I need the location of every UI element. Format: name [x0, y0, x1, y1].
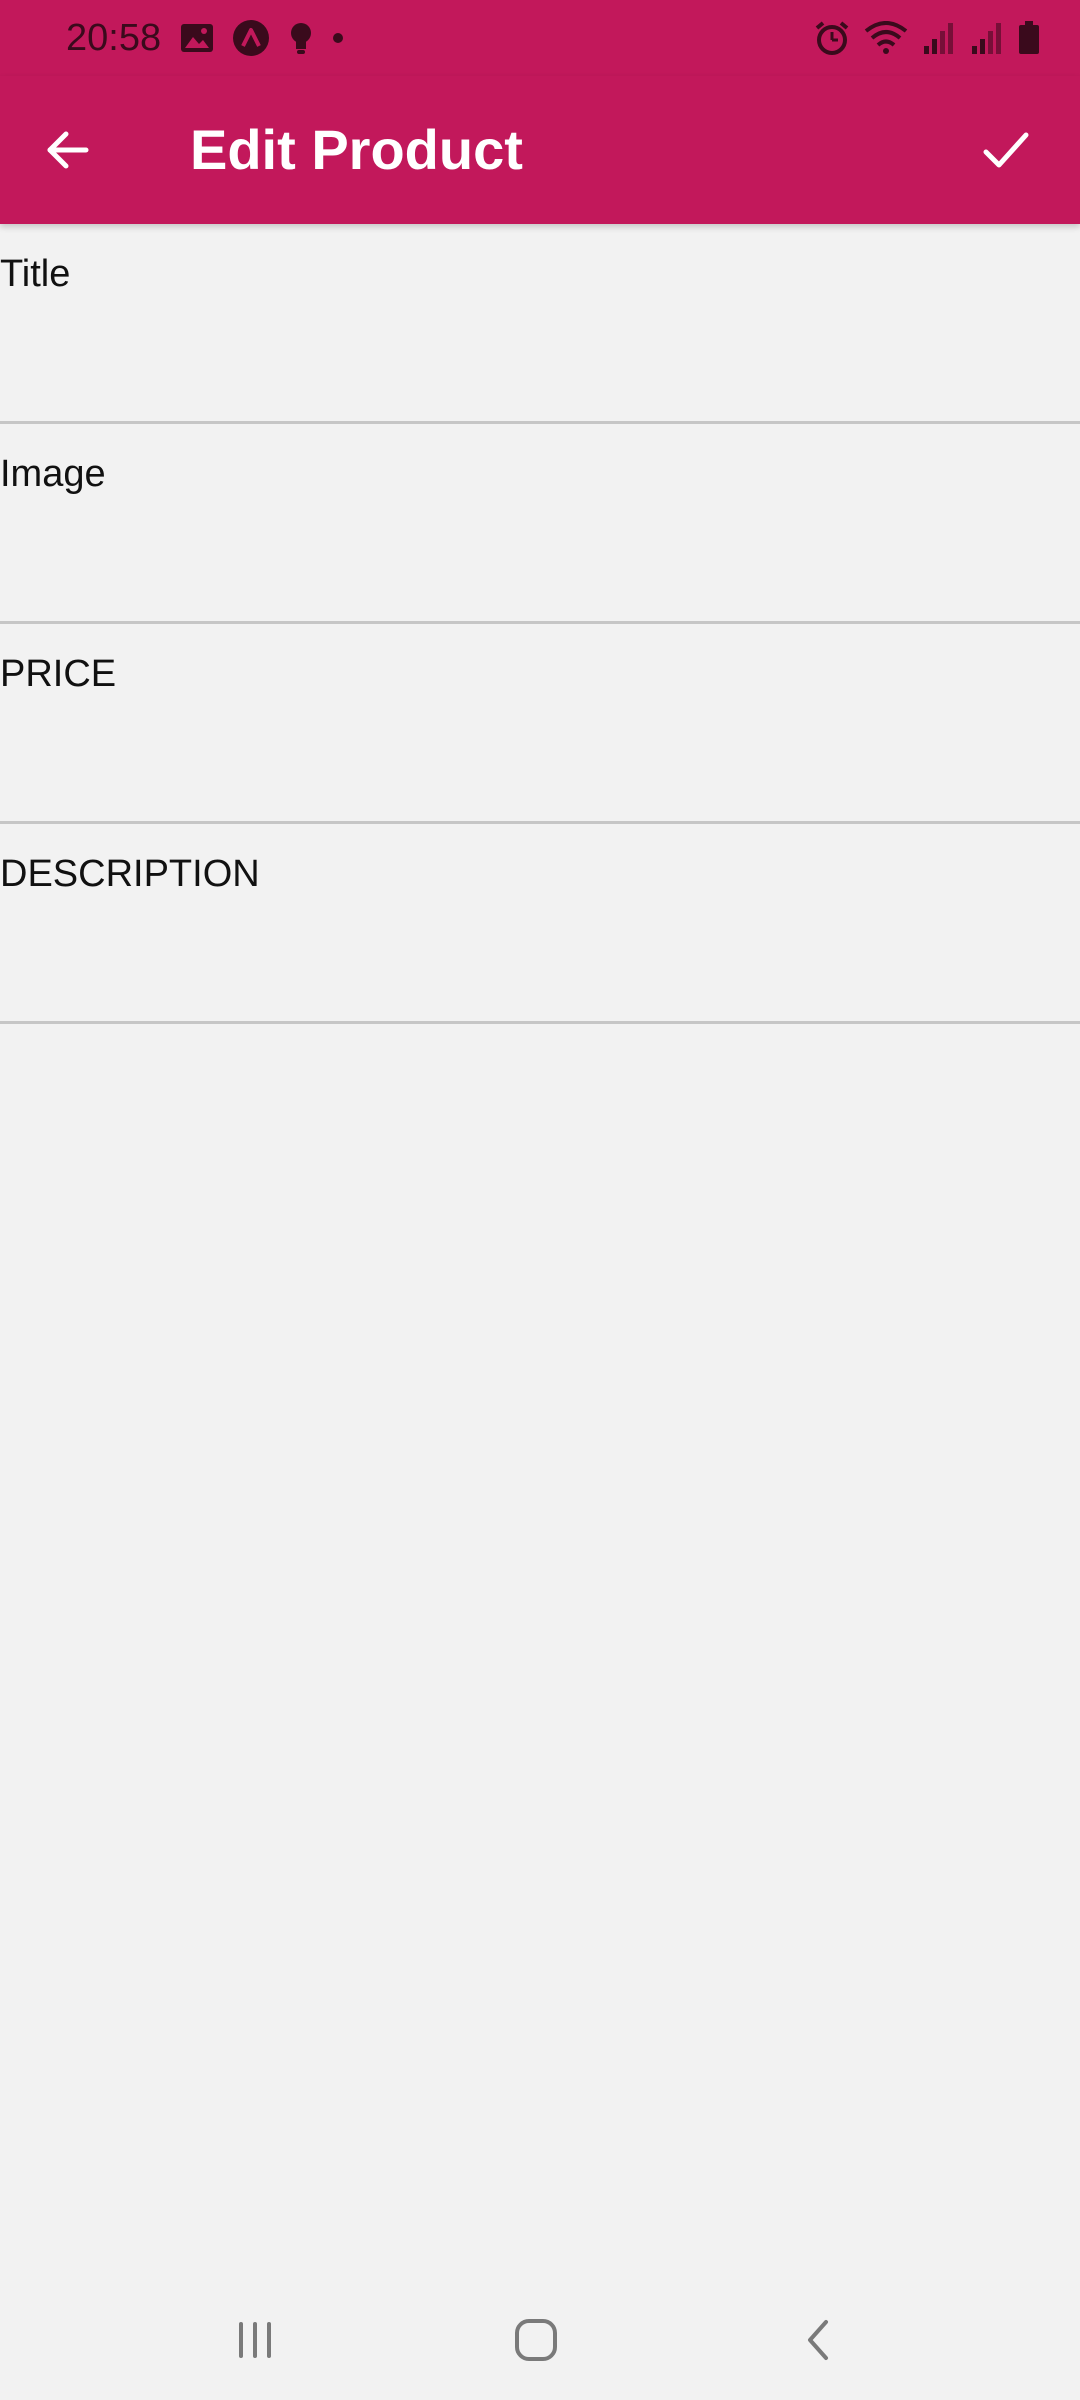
- back-button[interactable]: [34, 116, 102, 184]
- status-bar: 20:58: [0, 0, 1080, 76]
- signal-icon: [922, 22, 956, 54]
- title-label: Title: [0, 253, 71, 295]
- save-button[interactable]: [972, 116, 1040, 184]
- home-button[interactable]: [496, 2310, 576, 2370]
- check-icon: [983, 132, 1029, 168]
- description-input[interactable]: [0, 914, 1080, 1014]
- image-input[interactable]: [0, 514, 1080, 614]
- recents-icon: [239, 2322, 271, 2358]
- image-label: Image: [0, 453, 106, 495]
- page-title: Edit Product: [190, 118, 523, 181]
- signal-2-icon: [970, 22, 1004, 54]
- title-input[interactable]: [0, 314, 1080, 414]
- description-label: DESCRIPTION: [0, 853, 260, 895]
- price-label: PRICE: [0, 653, 117, 695]
- app-bar: Edit Product: [0, 76, 1080, 224]
- title-field: Title: [0, 224, 1080, 424]
- more-notifications-dot-icon: [332, 32, 344, 44]
- description-field: DESCRIPTION: [0, 824, 1080, 1024]
- alarm-icon: [814, 20, 850, 56]
- product-form: Title Image PRICE DESCRIPTION: [0, 224, 1080, 1024]
- nav-back-icon: [808, 2320, 828, 2360]
- system-icons: [800, 18, 1040, 58]
- battery-icon: [1018, 21, 1040, 55]
- image-field: Image: [0, 424, 1080, 624]
- lightbulb-icon: [288, 21, 314, 55]
- recents-button[interactable]: [215, 2310, 295, 2370]
- price-input[interactable]: [0, 714, 1080, 814]
- nav-back-button[interactable]: [778, 2310, 858, 2370]
- wifi-icon: [864, 21, 908, 55]
- home-icon: [515, 2319, 557, 2361]
- gallery-icon: [180, 23, 214, 53]
- navigation-bar: [0, 2280, 1080, 2400]
- arrow-left-icon: [47, 131, 89, 169]
- price-field: PRICE: [0, 624, 1080, 824]
- status-time: 20:58: [66, 17, 162, 59]
- app-notification-icon: [232, 19, 270, 57]
- notification-icons: [180, 18, 362, 58]
